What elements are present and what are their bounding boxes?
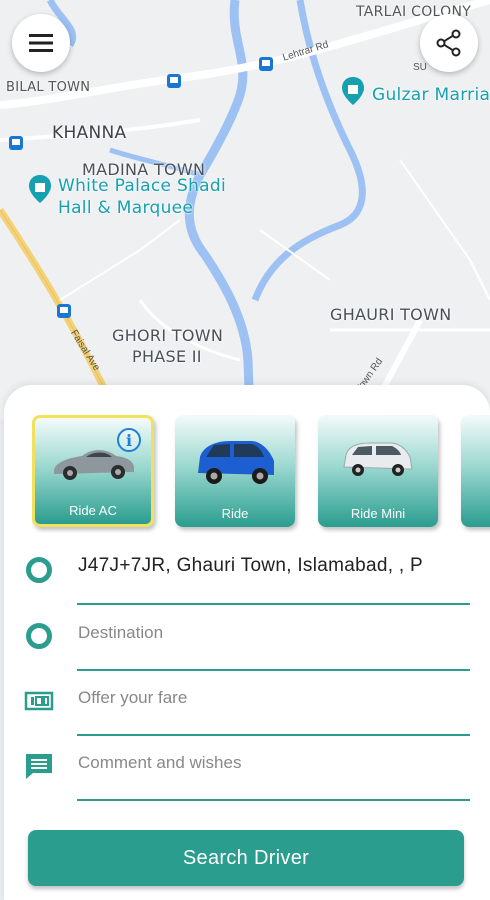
map-label-ghori-phase: PHASE II [132, 347, 202, 366]
hatchback-car-icon [198, 441, 274, 484]
comment-field[interactable]: Comment and wishes [24, 737, 470, 801]
mini-car-icon [343, 442, 413, 476]
menu-button[interactable] [12, 14, 70, 72]
comment-icon [26, 754, 52, 779]
map-label-su: SU [413, 62, 427, 73]
divider [77, 734, 470, 736]
destination-field[interactable]: Destination [24, 607, 470, 671]
search-driver-button[interactable]: Search Driver [28, 830, 464, 886]
pickup-input[interactable]: J47J+7JR, Ghauri Town, Islamabad, , P [78, 555, 468, 577]
ride-option-label: Ride [221, 506, 249, 521]
destination-circle-icon [24, 621, 54, 651]
hamburger-menu-icon [29, 34, 53, 52]
ride-option-more[interactable] [461, 415, 490, 527]
poi-pin-icon [29, 175, 51, 203]
share-button[interactable] [420, 14, 478, 72]
map-label-khanna: KHANNA [52, 123, 127, 143]
map-view[interactable]: TARLAI COLONY SU BILAL TOWN KHANNA MADIN… [0, 0, 490, 420]
info-icon[interactable]: i [117, 428, 141, 452]
map-label-ghori-town: GHORI TOWN [112, 326, 224, 345]
ride-options-carousel[interactable]: i Ride AC Ride Ride Mini [32, 415, 490, 533]
pickup-circle-icon [24, 555, 54, 585]
cash-icon [24, 691, 54, 711]
fare-field[interactable]: Offer your fare [24, 672, 470, 736]
divider [77, 799, 470, 801]
ride-option-mini[interactable]: Ride Mini [318, 415, 438, 527]
destination-input[interactable]: Destination [78, 623, 468, 643]
ride-option-label: Ride Mini [350, 506, 406, 521]
ride-option-ac[interactable]: i Ride AC [32, 415, 154, 527]
map-label-white-palace[interactable]: White Palace Shadi Hall & Marquee [58, 175, 226, 219]
comment-input[interactable]: Comment and wishes [78, 753, 468, 773]
ride-option-standard[interactable]: Ride [175, 415, 295, 527]
divider [77, 603, 470, 605]
pickup-field[interactable]: J47J+7JR, Ghauri Town, Islamabad, , P [24, 541, 470, 605]
divider [77, 669, 470, 671]
fare-input[interactable]: Offer your fare [78, 688, 468, 708]
map-label-gulzar[interactable]: Gulzar Marriag [372, 84, 490, 106]
map-label-ghauri-town: GHAURI TOWN [330, 305, 452, 324]
poi-pin-icon [342, 77, 364, 105]
share-icon [436, 29, 461, 57]
ride-option-label: Ride AC [69, 503, 117, 518]
map-label-bilal-town: BILAL TOWN [6, 80, 91, 95]
booking-sheet: i Ride AC Ride Ride Mini J47J+7JR, Ghaur… [4, 385, 490, 900]
